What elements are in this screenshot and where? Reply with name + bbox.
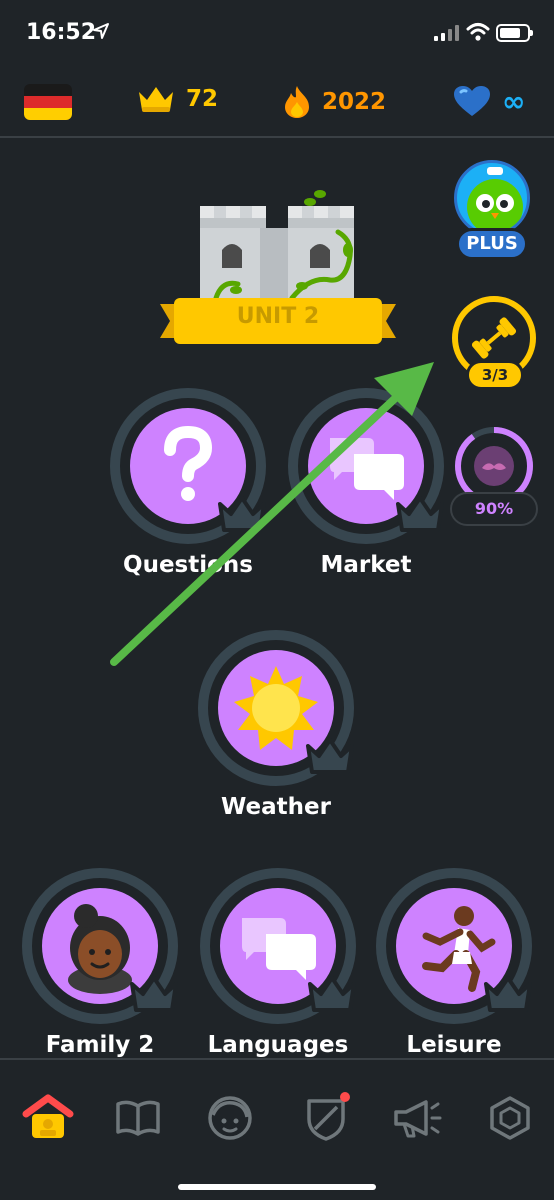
- nav-shop[interactable]: [482, 1092, 538, 1144]
- crown-level-icon: [306, 738, 354, 774]
- wifi-icon: [466, 23, 490, 41]
- nav-news[interactable]: [390, 1092, 446, 1144]
- top-stats-bar: 72 2022 ∞: [0, 72, 554, 138]
- crowns-count: 72: [186, 86, 219, 112]
- hearts-count: ∞: [502, 84, 526, 118]
- flame-icon: [285, 86, 309, 118]
- practice-button[interactable]: 3/3: [452, 296, 538, 396]
- skill-name: Market: [320, 552, 412, 578]
- skill-name: Questions: [123, 552, 253, 578]
- home-indicator: [178, 1184, 376, 1190]
- skill-name: Weather: [221, 794, 331, 820]
- status-bar: 16:52: [0, 0, 554, 64]
- crown-level-icon: [130, 976, 178, 1012]
- germany-flag-icon[interactable]: [24, 84, 72, 120]
- unit-label: UNIT 2: [236, 304, 320, 329]
- skill-name: Family 2: [45, 1032, 155, 1058]
- heart-icon: [454, 86, 490, 116]
- skill-weather[interactable]: Weather: [188, 630, 364, 820]
- plus-label: PLUS: [456, 228, 528, 260]
- progress-percent: 90%: [450, 492, 538, 526]
- avatar-icon: [208, 1096, 252, 1140]
- progress-badge[interactable]: 90%: [450, 424, 538, 530]
- crown-level-icon: [484, 976, 532, 1012]
- crown-level-icon: [308, 976, 356, 1012]
- status-time: 16:52: [26, 20, 97, 45]
- nav-leagues[interactable]: [298, 1092, 354, 1144]
- battery-icon: [496, 24, 533, 42]
- location-arrow-icon: [93, 23, 109, 39]
- plus-badge[interactable]: PLUS: [452, 160, 532, 260]
- gem-icon: [490, 1096, 530, 1140]
- skill-languages[interactable]: Languages: [190, 868, 366, 1058]
- skill-family-2[interactable]: Family 2: [12, 868, 188, 1058]
- skill-name: Leisure: [406, 1032, 502, 1058]
- crown-level-icon: [396, 496, 444, 532]
- shield-icon: [307, 1099, 345, 1141]
- streak-counter[interactable]: 2022: [282, 84, 386, 120]
- nav-stories[interactable]: [110, 1092, 166, 1144]
- hearts-counter[interactable]: ∞: [452, 84, 525, 118]
- unit-castle[interactable]: UNIT 2: [160, 186, 396, 354]
- megaphone-icon: [394, 1100, 442, 1138]
- skill-name: Languages: [207, 1032, 349, 1058]
- skill-market[interactable]: Market: [278, 388, 454, 578]
- book-icon: [116, 1100, 160, 1136]
- notification-dot: [340, 1092, 350, 1102]
- crown-level-icon: [218, 496, 266, 532]
- nav-home[interactable]: [20, 1092, 76, 1144]
- home-icon: [22, 1094, 74, 1138]
- skill-leisure[interactable]: Leisure: [366, 868, 542, 1058]
- practice-count: 3/3: [466, 360, 524, 390]
- crown-icon: [139, 87, 173, 112]
- signal-icon: [434, 25, 459, 41]
- bottom-nav: [0, 1058, 554, 1200]
- crowns-counter[interactable]: 72: [136, 84, 218, 114]
- streak-count: 2022: [322, 89, 387, 115]
- duo-helmet-icon: [454, 160, 530, 236]
- nav-profile[interactable]: [202, 1092, 258, 1144]
- skill-questions[interactable]: Questions: [100, 388, 276, 578]
